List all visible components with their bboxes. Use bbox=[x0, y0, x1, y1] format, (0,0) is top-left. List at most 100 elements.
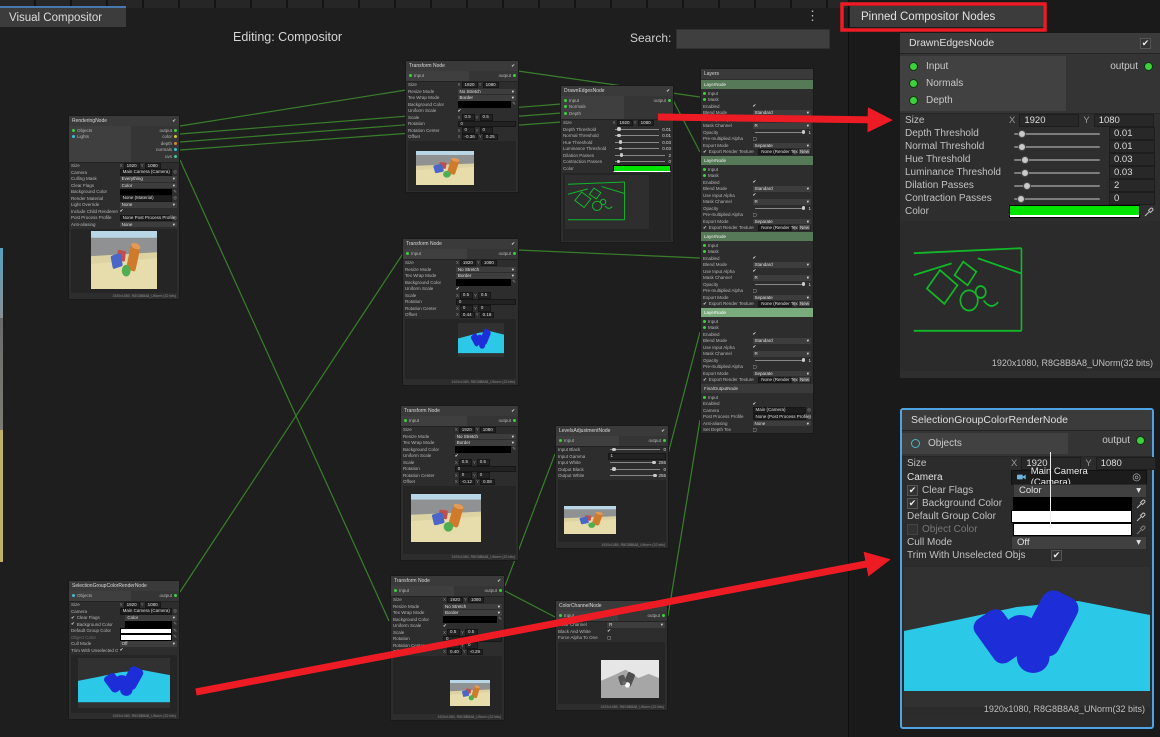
object-color-checkbox[interactable] bbox=[907, 524, 918, 535]
background-color-swatch[interactable] bbox=[1013, 497, 1132, 510]
port-output[interactable]: output bbox=[498, 417, 516, 424]
node-enabled-checkbox[interactable]: ✔ bbox=[511, 63, 515, 69]
node-enabled-checkbox[interactable]: ✔ bbox=[661, 428, 665, 434]
input-port-depth[interactable]: Depth bbox=[900, 92, 1066, 109]
object-picker-icon[interactable]: ◎ bbox=[173, 169, 177, 175]
port-input[interactable]: Input bbox=[556, 612, 618, 619]
slider-track[interactable] bbox=[1014, 133, 1100, 135]
graph-node-levels[interactable]: LevelsAdjustmentNode✔ InputoutputInput B… bbox=[555, 425, 669, 549]
graph-node-sg[interactable]: SelectionGroupColorRenderNode Objects out… bbox=[68, 580, 180, 720]
node-enabled-checkbox[interactable]: ✔ bbox=[497, 578, 501, 584]
tab-visual-compositor[interactable]: Visual Compositor bbox=[0, 6, 126, 27]
slider-knob[interactable] bbox=[1023, 182, 1031, 190]
slider-knob[interactable] bbox=[1018, 143, 1026, 151]
default-group-color-swatch[interactable] bbox=[1011, 510, 1132, 523]
slider-knob[interactable] bbox=[1017, 195, 1025, 203]
kebab-menu-icon[interactable]: ⋮ bbox=[806, 7, 818, 25]
node-enabled-checkbox[interactable]: ✔ bbox=[511, 408, 515, 414]
object-picker-icon[interactable]: ◎ bbox=[793, 225, 797, 231]
graph-node-de[interactable]: DrawnEdgesNode✔ InputNormalsDepthoutputS… bbox=[560, 85, 674, 243]
size-x-field[interactable]: 1920 bbox=[1019, 114, 1079, 127]
eyedropper-icon[interactable] bbox=[1144, 206, 1155, 217]
trim-checkbox[interactable]: ✔ bbox=[1051, 550, 1062, 561]
slider-knob[interactable] bbox=[1018, 130, 1026, 138]
new-button[interactable]: New bbox=[798, 149, 811, 156]
slider-knob[interactable] bbox=[1021, 169, 1029, 177]
camera-object-field[interactable]: Main Camera (Camera) ◎ bbox=[1011, 470, 1147, 485]
slider-value-field[interactable]: 0 bbox=[1109, 192, 1155, 205]
row-finaloutputnode[interactable]: FinalOutputNode bbox=[701, 384, 813, 393]
graph-node-t4[interactable]: Transform Node✔ InputoutputSizeX1920Y108… bbox=[390, 575, 505, 721]
new-button[interactable]: New bbox=[798, 377, 811, 384]
pinned-card-selection-group[interactable]: SelectionGroupColorRenderNode Objects ou… bbox=[900, 408, 1154, 729]
port-input[interactable]: Input bbox=[403, 250, 467, 257]
object-picker-icon[interactable]: ◎ bbox=[173, 608, 177, 614]
drawn-edges-enabled-checkbox[interactable]: ✔ bbox=[1140, 38, 1151, 49]
new-button[interactable]: New bbox=[798, 301, 811, 308]
slider-value-field[interactable]: 0.01 bbox=[1109, 140, 1155, 153]
edge-color-swatch[interactable] bbox=[1009, 205, 1140, 218]
object-picker-icon[interactable]: ◎ bbox=[1132, 472, 1141, 483]
row-layernode[interactable]: LayerNode bbox=[701, 308, 813, 317]
row-layernode[interactable]: LayerNode bbox=[701, 156, 813, 165]
object-picker-icon[interactable]: ◎ bbox=[793, 149, 797, 155]
eyedropper-icon[interactable] bbox=[1136, 498, 1147, 509]
row-layernode[interactable]: LayerNode bbox=[701, 232, 813, 241]
object-picker-icon[interactable]: ◎ bbox=[793, 377, 797, 383]
input-port-normals[interactable]: Normals bbox=[900, 75, 1066, 92]
port-objects[interactable]: Objects bbox=[69, 592, 131, 599]
object-picker-icon[interactable]: ◎ bbox=[807, 414, 811, 420]
row-layernode[interactable]: LayerNode bbox=[701, 80, 813, 89]
node-enabled-checkbox[interactable]: ✔ bbox=[660, 603, 664, 609]
port-output[interactable]: output bbox=[653, 97, 671, 104]
search-input[interactable] bbox=[676, 29, 830, 49]
output-port[interactable]: output bbox=[1102, 435, 1145, 446]
slider-value-field[interactable]: 0.03 bbox=[1109, 153, 1155, 166]
port-lights[interactable]: Lights bbox=[69, 134, 131, 141]
pinned-card-drawn-edges[interactable]: DrawnEdgesNode ✔ InputNormalsDepth outpu… bbox=[900, 33, 1160, 378]
port-depth[interactable]: Depth bbox=[561, 110, 624, 117]
port-output[interactable]: output bbox=[484, 587, 502, 594]
node-title-bar[interactable]: ColorChannelNode✔ bbox=[556, 601, 667, 611]
input-port-input[interactable]: Input bbox=[900, 58, 1066, 75]
node-title-bar[interactable]: Transform Node✔ bbox=[391, 576, 504, 586]
slider-track[interactable] bbox=[1014, 198, 1100, 200]
node-title-bar[interactable]: RenderingNode✔ bbox=[69, 116, 179, 126]
clear-flags-checkbox[interactable]: ✔ bbox=[907, 485, 918, 496]
port-output[interactable]: output bbox=[159, 592, 177, 599]
slider-value-field[interactable]: 2 bbox=[1109, 179, 1155, 192]
slider-value-field[interactable]: 0.01 bbox=[1109, 127, 1155, 140]
graph-node-t1[interactable]: Transform Node✔ InputoutputSizeX1920Y108… bbox=[405, 60, 519, 193]
clear-flags-dropdown[interactable]: Color▾ bbox=[1013, 484, 1147, 498]
object-picker-icon[interactable]: ◎ bbox=[807, 407, 811, 413]
port-output[interactable]: output bbox=[498, 72, 516, 79]
slider-track[interactable] bbox=[1014, 185, 1100, 187]
port-input[interactable]: Input bbox=[556, 437, 619, 444]
node-title-bar[interactable]: Transform Node✔ bbox=[403, 239, 518, 249]
slider-track[interactable] bbox=[1014, 159, 1100, 161]
slider-track[interactable] bbox=[1014, 146, 1100, 148]
port-input[interactable]: Input bbox=[406, 72, 469, 79]
slider-track[interactable] bbox=[1014, 172, 1100, 174]
object-color-swatch[interactable] bbox=[1013, 523, 1132, 536]
pinned-panel-header[interactable]: Pinned Compositor Nodes bbox=[850, 6, 1043, 27]
graph-node-rendering[interactable]: RenderingNode✔ ObjectsLightsoutputcolord… bbox=[68, 115, 180, 300]
row-checkbox[interactable]: ✔ bbox=[71, 615, 75, 621]
node-title-bar[interactable]: Layers bbox=[701, 69, 813, 79]
output-port[interactable]: output bbox=[1110, 61, 1153, 72]
node-enabled-checkbox[interactable]: ✔ bbox=[666, 88, 670, 94]
port-input[interactable]: Input bbox=[401, 417, 467, 424]
cull-mode-dropdown[interactable]: Off▾ bbox=[1011, 536, 1147, 550]
port-output[interactable]: output bbox=[498, 250, 516, 257]
node-title-bar[interactable]: DrawnEdgesNode✔ bbox=[561, 86, 673, 96]
node-title-bar[interactable]: LevelsAdjustmentNode✔ bbox=[556, 426, 668, 436]
port-uvs[interactable]: uvs bbox=[156, 153, 177, 160]
node-title-bar[interactable]: SelectionGroupColorRenderNode bbox=[69, 581, 179, 591]
port-input[interactable]: Input bbox=[391, 587, 454, 594]
eyedropper-icon[interactable] bbox=[1136, 524, 1147, 535]
size-y-field[interactable]: 1080 bbox=[1094, 114, 1154, 127]
port-output[interactable]: output bbox=[647, 612, 665, 619]
node-title-bar[interactable]: Transform Node✔ bbox=[401, 406, 518, 416]
graph-node-t2[interactable]: Transform Node✔ InputoutputSizeX1920Y108… bbox=[402, 238, 519, 386]
port-output[interactable]: output bbox=[648, 437, 666, 444]
